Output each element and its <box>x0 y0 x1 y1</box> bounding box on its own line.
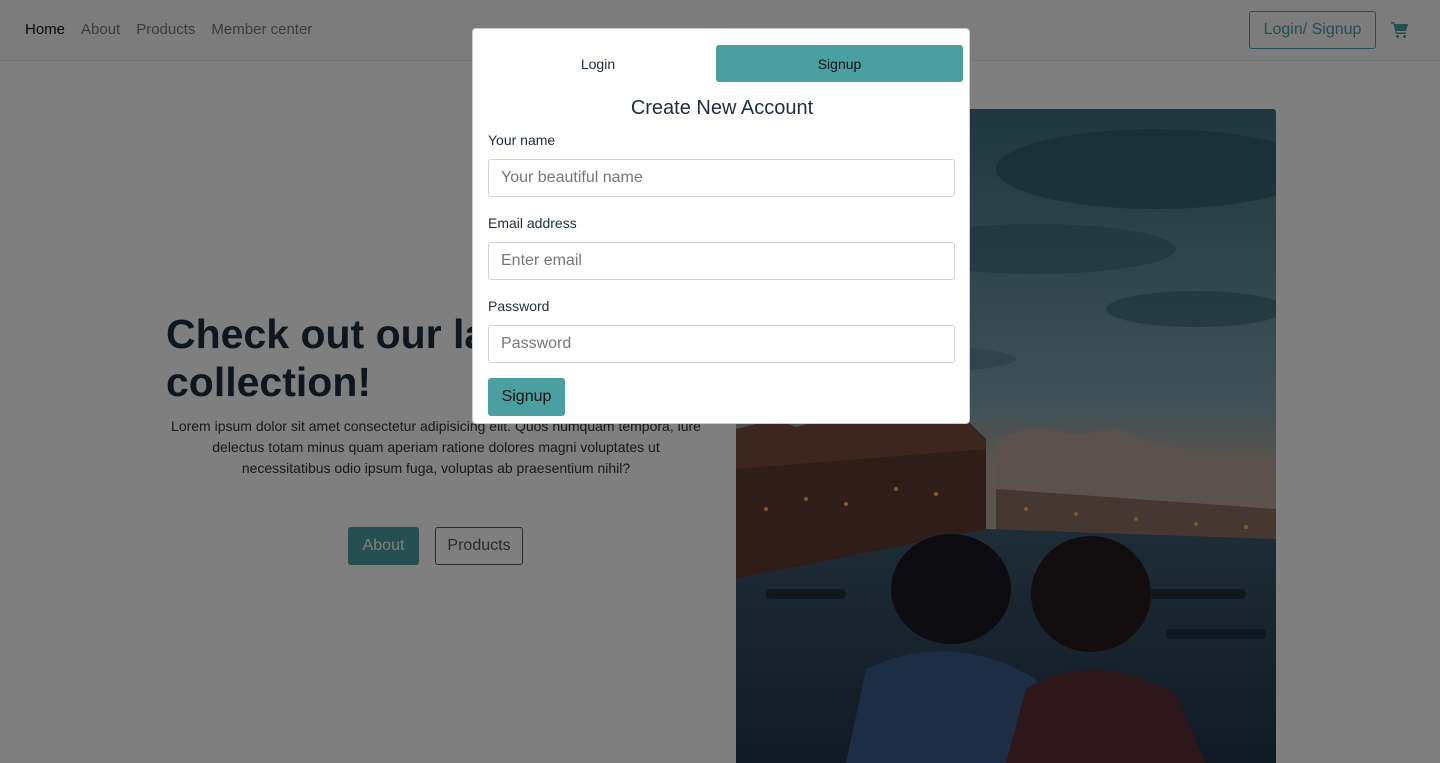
signup-modal: Login Signup Create New Account Your nam… <box>472 28 970 424</box>
modal-title: Create New Account <box>630 97 814 119</box>
email-input[interactable] <box>488 242 955 280</box>
name-input[interactable] <box>488 159 955 197</box>
password-label: Password <box>488 298 550 314</box>
name-label: Your name <box>488 132 556 148</box>
tab-login[interactable]: Login <box>489 45 707 82</box>
password-input[interactable] <box>488 325 955 363</box>
tab-signup[interactable]: Signup <box>716 45 963 82</box>
signup-submit-button[interactable]: Signup <box>488 378 565 416</box>
email-label: Email address <box>488 215 577 231</box>
